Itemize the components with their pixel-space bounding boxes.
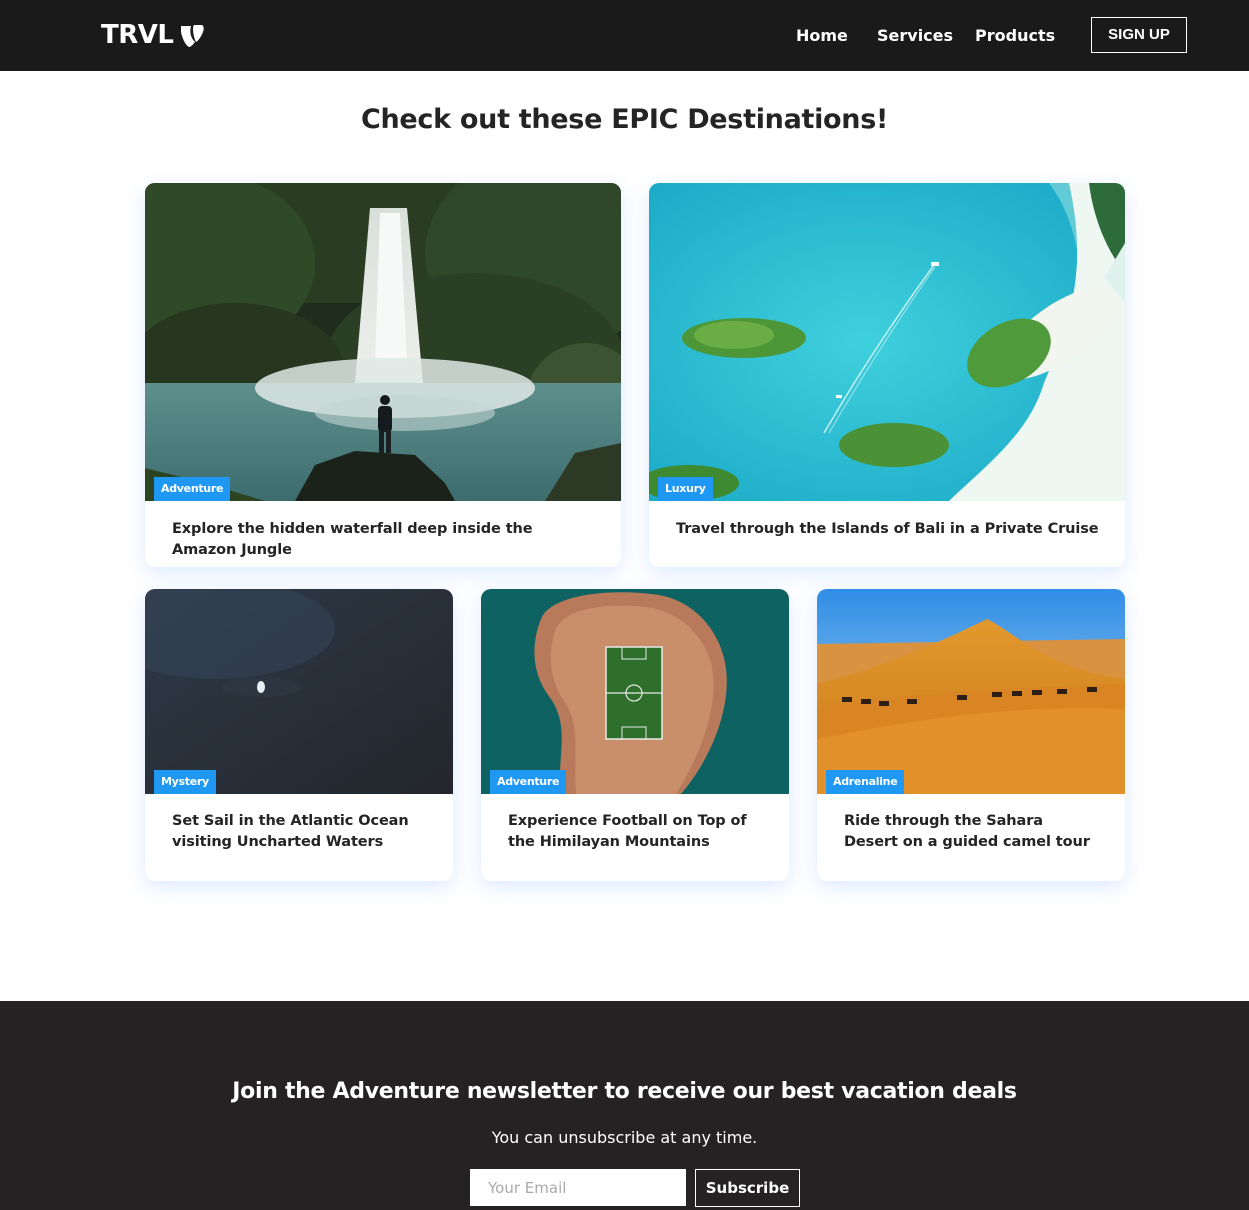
email-input[interactable] bbox=[470, 1169, 686, 1206]
destination-card-islands[interactable]: Luxury Travel through the Islands of Bal… bbox=[649, 183, 1125, 567]
card-title: Explore the hidden waterfall deep inside… bbox=[172, 521, 533, 558]
ocean-boat-photo: Mystery bbox=[145, 589, 453, 794]
nav-link-services[interactable]: Services bbox=[877, 24, 953, 48]
navbar: TRVL Home Services Products SIGN UP bbox=[0, 0, 1249, 71]
tag-badge: Luxury bbox=[658, 477, 713, 501]
newsletter-heading: Join the Adventure newsletter to receive… bbox=[232, 1079, 1017, 1104]
tag-badge: Adrenaline bbox=[826, 770, 905, 794]
island-football-field-photo: Adventure bbox=[481, 589, 789, 794]
islands-aerial-photo: Luxury bbox=[649, 183, 1125, 501]
card-title: Set Sail in the Atlantic Ocean visiting … bbox=[172, 813, 409, 850]
signup-button[interactable]: SIGN UP bbox=[1091, 17, 1187, 53]
destination-card-desert[interactable]: Adrenaline Ride through the Sahara Deser… bbox=[817, 589, 1125, 881]
tag-badge: Mystery bbox=[154, 770, 216, 794]
card-title: Experience Football on Top of the Himila… bbox=[508, 813, 747, 850]
destination-card-football[interactable]: Adventure Experience Football on Top of … bbox=[481, 589, 789, 881]
card-title: Ride through the Sahara Desert on a guid… bbox=[844, 813, 1090, 850]
nav-link-home[interactable]: Home bbox=[796, 24, 848, 48]
tag-badge: Adventure bbox=[490, 770, 567, 794]
brand-logo[interactable]: TRVL bbox=[101, 18, 205, 52]
waterfall-photo: Adventure bbox=[145, 183, 621, 501]
destination-card-waterfall[interactable]: Adventure Explore the hidden waterfall d… bbox=[145, 183, 621, 567]
nav-link-products[interactable]: Products bbox=[975, 24, 1055, 48]
brand-name: TRVL bbox=[101, 20, 174, 50]
newsletter-footer: Join the Adventure newsletter to receive… bbox=[0, 1001, 1249, 1210]
page-title: Check out these EPIC Destinations! bbox=[360, 104, 889, 135]
newsletter-subtext: You can unsubscribe at any time. bbox=[491, 1128, 758, 1147]
typo3-icon bbox=[179, 22, 205, 48]
desert-camels-photo: Adrenaline bbox=[817, 589, 1125, 794]
card-title: Travel through the Islands of Bali in a … bbox=[676, 521, 1099, 537]
destination-card-ocean[interactable]: Mystery Set Sail in the Atlantic Ocean v… bbox=[145, 589, 453, 881]
tag-badge: Adventure bbox=[154, 477, 231, 501]
subscribe-button[interactable]: Subscribe bbox=[695, 1169, 800, 1207]
